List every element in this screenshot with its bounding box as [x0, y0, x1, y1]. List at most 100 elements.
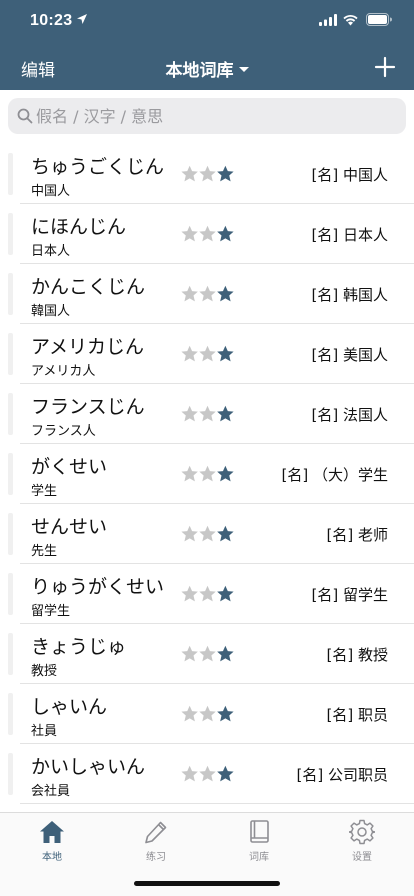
- row-marker: [8, 153, 13, 195]
- search-icon: [17, 108, 33, 124]
- star-filled-icon: [217, 585, 234, 602]
- tab-practice[interactable]: 练习: [116, 819, 196, 863]
- row-marker: [8, 633, 13, 675]
- word-meaning: [名] 留学生: [311, 586, 388, 604]
- word-row[interactable]: りゅうがくせい 留学生 [名] 留学生: [0, 564, 414, 624]
- word-kana: フランスじん: [31, 396, 145, 418]
- word-list: ちゅうごくじん 中国人 [名] 中国人 にほんじん 日本人 [名] 日本人 かんこくじん 韓国…: [0, 144, 414, 804]
- word-meaning: [名] 老师: [326, 526, 388, 544]
- star-empty-icon: [181, 465, 198, 482]
- tab-library[interactable]: 词库: [219, 819, 299, 863]
- app-header: 10:23 编辑 本地词库: [0, 0, 414, 90]
- gear-icon: [349, 819, 375, 845]
- cellular-signal-icon: [319, 14, 337, 26]
- word-row[interactable]: かいしゃいん 会社員 [名] 公司职员: [0, 744, 414, 804]
- word-meaning: [名] 教授: [326, 646, 388, 664]
- word-row[interactable]: しゃいん 社員 [名] 职员: [0, 684, 414, 744]
- tab-label: 练习: [146, 852, 166, 863]
- star-filled-icon: [217, 405, 234, 422]
- battery-icon: [366, 13, 392, 26]
- word-kanji: 教授: [31, 664, 58, 679]
- tab-local[interactable]: 本地: [12, 819, 92, 863]
- home-icon: [40, 821, 64, 843]
- status-time: 10:23: [30, 12, 73, 29]
- word-meaning: [名] 职员: [326, 706, 388, 724]
- word-kanji: 中国人: [31, 184, 71, 199]
- word-meaning: [名] 日本人: [311, 226, 388, 244]
- rating-stars: [181, 705, 234, 722]
- word-kana: りゅうがくせい: [31, 576, 165, 598]
- star-empty-icon: [181, 585, 198, 602]
- word-meaning: [名] 公司职员: [296, 766, 388, 784]
- star-filled-icon: [217, 525, 234, 542]
- row-divider: [20, 803, 414, 804]
- word-row[interactable]: せんせい 先生 [名] 老师: [0, 504, 414, 564]
- star-empty-icon: [181, 345, 198, 362]
- word-meaning: [名] 美国人: [311, 346, 388, 364]
- rating-stars: [181, 165, 234, 182]
- wifi-icon: [343, 14, 358, 26]
- word-meaning: [名] 韩国人: [311, 286, 388, 304]
- search-bar[interactable]: [8, 98, 406, 134]
- rating-stars: [181, 405, 234, 422]
- word-kanji: フランス人: [31, 424, 96, 439]
- library-selector[interactable]: 本地词库: [0, 56, 414, 81]
- star-empty-icon: [199, 525, 216, 542]
- star-filled-icon: [217, 165, 234, 182]
- star-filled-icon: [217, 645, 234, 662]
- rating-stars: [181, 465, 234, 482]
- nav-bar: 编辑 本地词库: [0, 44, 414, 90]
- word-kanji: 社員: [31, 724, 58, 739]
- word-row[interactable]: きょうじゅ 教授 [名] 教授: [0, 624, 414, 684]
- row-marker: [8, 513, 13, 555]
- status-bar: 10:23: [0, 0, 414, 44]
- rating-stars: [181, 225, 234, 242]
- word-meaning: [名] （大）学生: [281, 466, 388, 484]
- word-row[interactable]: フランスじんフランス人 [名] 法国人: [0, 384, 414, 444]
- star-empty-icon: [181, 765, 198, 782]
- rating-stars: [181, 345, 234, 362]
- word-kana: アメリカじん: [31, 336, 145, 358]
- word-row[interactable]: ちゅうごくじん中国人 [名] 中国人: [0, 144, 414, 204]
- row-marker: [8, 453, 13, 495]
- star-empty-icon: [181, 405, 198, 422]
- word-kana: がくせい: [31, 456, 108, 478]
- rating-stars: [181, 585, 234, 602]
- word-row[interactable]: がくせい学生 [名] （大）学生: [0, 444, 414, 504]
- star-filled-icon: [217, 705, 234, 722]
- star-filled-icon: [217, 465, 234, 482]
- book-icon: [250, 820, 269, 843]
- word-row[interactable]: アメリカじん アメリカ人 [名] 美国人: [0, 324, 414, 384]
- rating-stars: [181, 525, 234, 542]
- word-kanji: 日本人: [31, 244, 71, 259]
- rating-stars: [181, 645, 234, 662]
- word-row[interactable]: かんこくじん 韓国人 [名] 韩国人: [0, 264, 414, 324]
- star-filled-icon: [217, 225, 234, 242]
- star-empty-icon: [181, 165, 198, 182]
- rating-stars: [181, 765, 234, 782]
- location-arrow-icon: [77, 14, 87, 24]
- word-meaning: [名] 法国人: [311, 406, 388, 424]
- add-icon[interactable]: [374, 56, 396, 78]
- star-empty-icon: [199, 285, 216, 302]
- caret-down-icon: [238, 66, 249, 72]
- word-row[interactable]: にほんじん 日本人 [名] 日本人: [0, 204, 414, 264]
- tab-label: 本地: [42, 852, 62, 863]
- word-kanji: 学生: [31, 484, 58, 499]
- row-marker: [8, 693, 13, 735]
- tab-settings[interactable]: 设置: [322, 819, 402, 863]
- row-marker: [8, 213, 13, 255]
- star-empty-icon: [181, 525, 198, 542]
- row-marker: [8, 333, 13, 375]
- rating-stars: [181, 285, 234, 302]
- word-meaning: [名] 中国人: [311, 166, 388, 184]
- star-empty-icon: [199, 225, 216, 242]
- word-kana: かいしゃいん: [31, 756, 146, 778]
- star-empty-icon: [199, 165, 216, 182]
- word-kana: ちゅうごくじん: [31, 156, 165, 178]
- star-empty-icon: [181, 705, 198, 722]
- row-marker: [8, 393, 13, 435]
- star-filled-icon: [217, 765, 234, 782]
- search-input[interactable]: [36, 98, 396, 134]
- star-empty-icon: [199, 765, 216, 782]
